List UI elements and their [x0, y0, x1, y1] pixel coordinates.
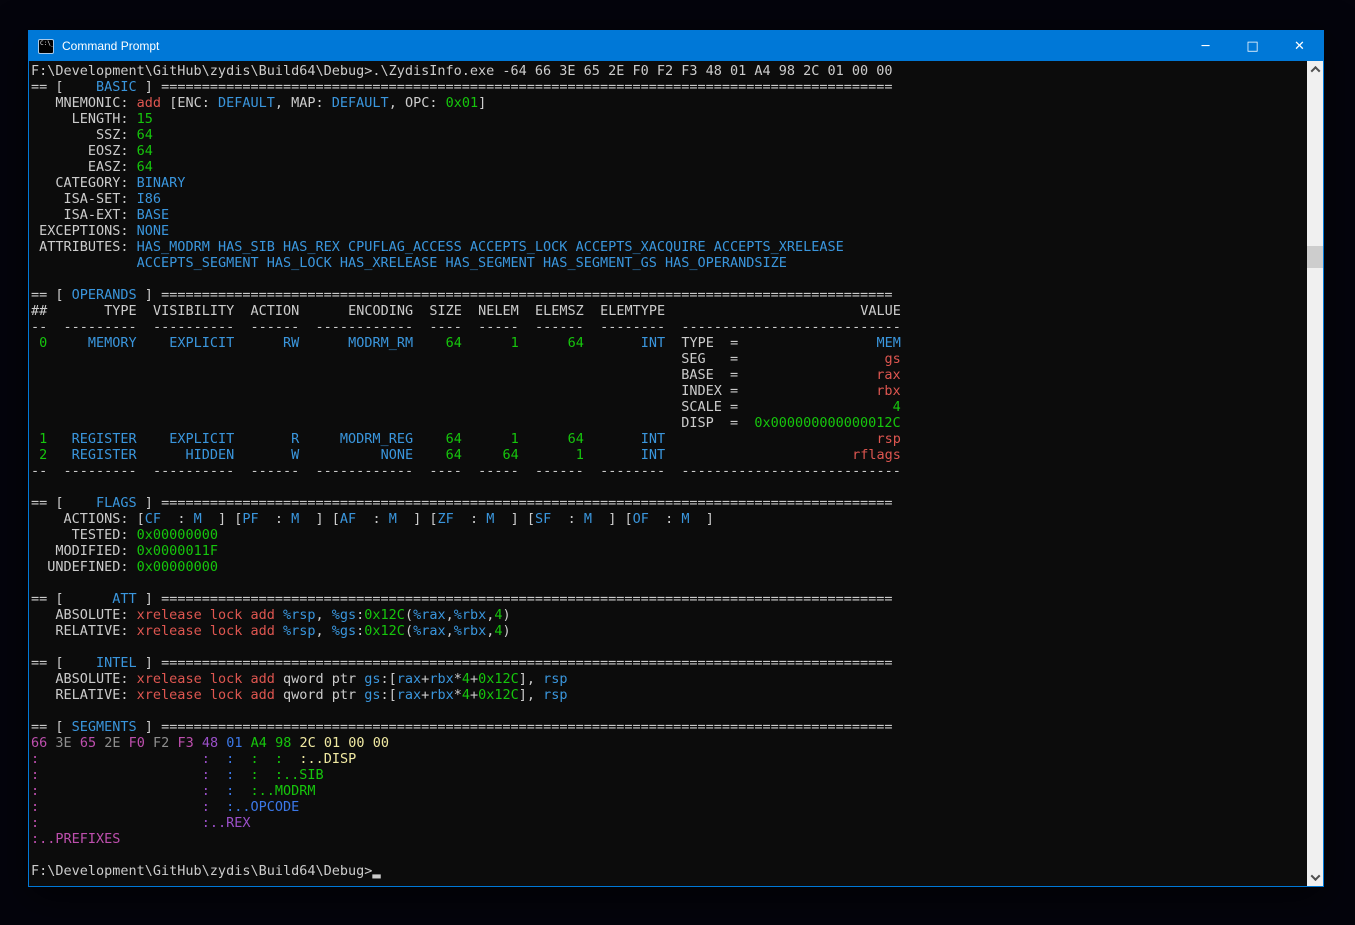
terminal-line: -- --------- ---------- ------ ---------…	[31, 463, 1307, 479]
terminal-line: TESTED: 0x00000000	[31, 527, 1307, 543]
terminal-line: ## TYPE VISIBILITY ACTION ENCODING SIZE …	[31, 303, 1307, 319]
scroll-up-button[interactable]	[1307, 61, 1323, 78]
terminal-line: MNEMONIC: add [ENC: DEFAULT, MAP: DEFAUL…	[31, 95, 1307, 111]
terminal-line: 1 REGISTER EXPLICIT R MODRM_REG 64 1 64 …	[31, 431, 1307, 447]
scroll-down-button[interactable]	[1307, 869, 1323, 886]
terminal-line: ISA-EXT: BASE	[31, 207, 1307, 223]
terminal-line: == [ FLAGS ] ===========================…	[31, 495, 1307, 511]
terminal-line: INDEX = rbx	[31, 383, 1307, 399]
terminal-line: == [ OPERANDS ] ========================…	[31, 287, 1307, 303]
terminal-line	[31, 479, 1307, 495]
window-controls: ─ □ ✕	[1182, 31, 1323, 61]
terminal-line: 0 MEMORY EXPLICIT RW MODRM_RM 64 1 64 IN…	[31, 335, 1307, 351]
terminal-line	[31, 271, 1307, 287]
terminal-line: == [ BASIC ] ===========================…	[31, 79, 1307, 95]
terminal-line: -- --------- ---------- ------ ---------…	[31, 319, 1307, 335]
terminal-line: CATEGORY: BINARY	[31, 175, 1307, 191]
terminal-line: :..PREFIXES	[31, 831, 1307, 847]
terminal-output[interactable]: F:\Development\GitHub\zydis\Build64\Debu…	[29, 61, 1307, 886]
chevron-down-icon	[1310, 871, 1320, 881]
terminal-line: ACTIONS: [CF : M ] [PF : M ] [AF : M ] […	[31, 511, 1307, 527]
terminal-line: SSZ: 64	[31, 127, 1307, 143]
terminal-line: RELATIVE: xrelease lock add %rsp, %gs:0x…	[31, 623, 1307, 639]
terminal-line: SCALE = 4	[31, 399, 1307, 415]
terminal-line: 66 3E 65 2E F0 F2 F3 48 01 A4 98 2C 01 0…	[31, 735, 1307, 751]
terminal-line	[31, 575, 1307, 591]
terminal-line: EXCEPTIONS: NONE	[31, 223, 1307, 239]
terminal-line	[31, 703, 1307, 719]
terminal-line: ATTRIBUTES: HAS_MODRM HAS_SIB HAS_REX CP…	[31, 239, 1307, 255]
terminal-line: F:\Development\GitHub\zydis\Build64\Debu…	[31, 63, 1307, 79]
terminal-line: 2 REGISTER HIDDEN W NONE 64 64 1 INT rfl…	[31, 447, 1307, 463]
terminal-line: ISA-SET: I86	[31, 191, 1307, 207]
chevron-up-icon	[1310, 66, 1320, 76]
terminal-line: DISP = 0x000000000000012C	[31, 415, 1307, 431]
terminal-line: == [ INTEL ] ===========================…	[31, 655, 1307, 671]
terminal-line: ACCEPTS_SEGMENT HAS_LOCK HAS_XRELEASE HA…	[31, 255, 1307, 271]
minimize-button[interactable]: ─	[1182, 31, 1229, 61]
terminal-line: MODIFIED: 0x0000011F	[31, 543, 1307, 559]
close-button[interactable]: ✕	[1276, 31, 1323, 61]
terminal-line: == [ ATT ] =============================…	[31, 591, 1307, 607]
terminal-line: : : : : : :..DISP	[31, 751, 1307, 767]
command-prompt-window: C:\_ Command Prompt ─ □ ✕ F:\Development…	[28, 30, 1324, 887]
terminal-line: F:\Development\GitHub\zydis\Build64\Debu…	[31, 863, 1307, 879]
console-area: F:\Development\GitHub\zydis\Build64\Debu…	[29, 61, 1323, 886]
terminal-line: : : :..OPCODE	[31, 799, 1307, 815]
terminal-line: RELATIVE: xrelease lock add qword ptr gs…	[31, 687, 1307, 703]
terminal-line: : :..REX	[31, 815, 1307, 831]
terminal-line: ABSOLUTE: xrelease lock add qword ptr gs…	[31, 671, 1307, 687]
terminal-line: : : : :..MODRM	[31, 783, 1307, 799]
terminal-line	[31, 639, 1307, 655]
terminal-line: LENGTH: 15	[31, 111, 1307, 127]
maximize-button[interactable]: □	[1229, 31, 1276, 61]
terminal-line: ABSOLUTE: xrelease lock add %rsp, %gs:0x…	[31, 607, 1307, 623]
terminal-line: : : : : :..SIB	[31, 767, 1307, 783]
terminal-line: == [ SEGMENTS ] ========================…	[31, 719, 1307, 735]
terminal-line: BASE = rax	[31, 367, 1307, 383]
cmd-icon[interactable]: C:\_	[38, 39, 54, 54]
terminal-line	[31, 847, 1307, 863]
titlebar[interactable]: C:\_ Command Prompt ─ □ ✕	[29, 31, 1323, 61]
scrollbar[interactable]	[1307, 61, 1323, 886]
scrollbar-thumb[interactable]	[1307, 246, 1323, 268]
terminal-line: EASZ: 64	[31, 159, 1307, 175]
terminal-line: SEG = gs	[31, 351, 1307, 367]
window-title: Command Prompt	[62, 39, 159, 53]
terminal-line: EOSZ: 64	[31, 143, 1307, 159]
terminal-line: UNDEFINED: 0x00000000	[31, 559, 1307, 575]
